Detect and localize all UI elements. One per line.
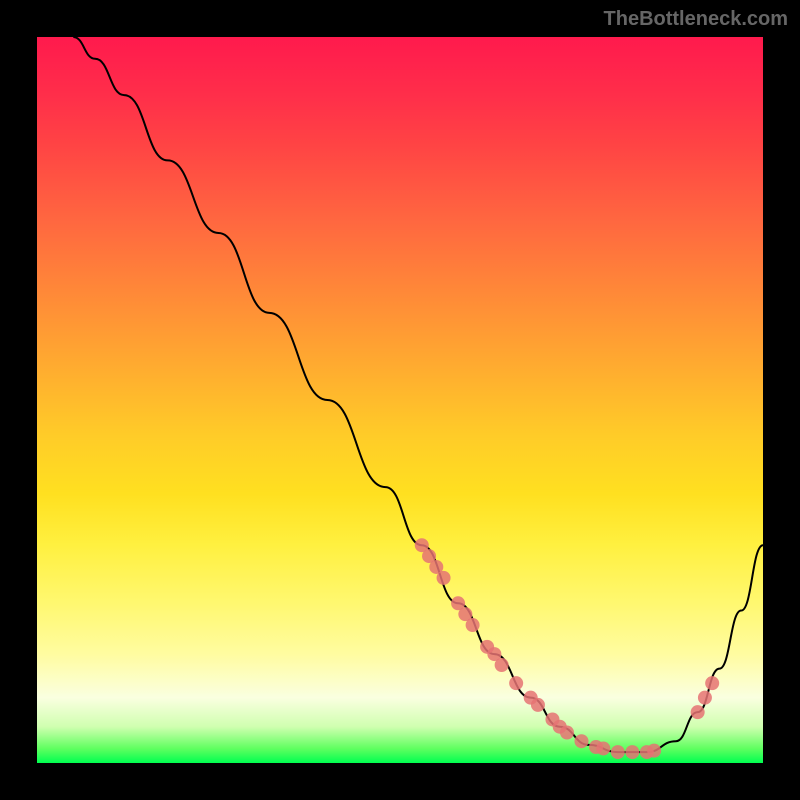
data-point <box>531 698 545 712</box>
data-point <box>495 658 509 672</box>
data-point <box>466 618 480 632</box>
data-point <box>596 741 610 755</box>
data-point <box>705 676 719 690</box>
data-point <box>437 571 451 585</box>
chart-svg <box>37 37 763 763</box>
data-point <box>698 691 712 705</box>
bottleneck-curve <box>73 37 763 752</box>
watermark-text: TheBottleneck.com <box>604 8 788 31</box>
data-point <box>575 734 589 748</box>
data-point <box>647 744 661 758</box>
data-point <box>691 705 705 719</box>
data-point <box>625 745 639 759</box>
data-point <box>560 726 574 740</box>
scatter-points <box>415 538 719 759</box>
data-point <box>509 676 523 690</box>
chart-plot-area <box>37 37 763 763</box>
data-point <box>611 745 625 759</box>
